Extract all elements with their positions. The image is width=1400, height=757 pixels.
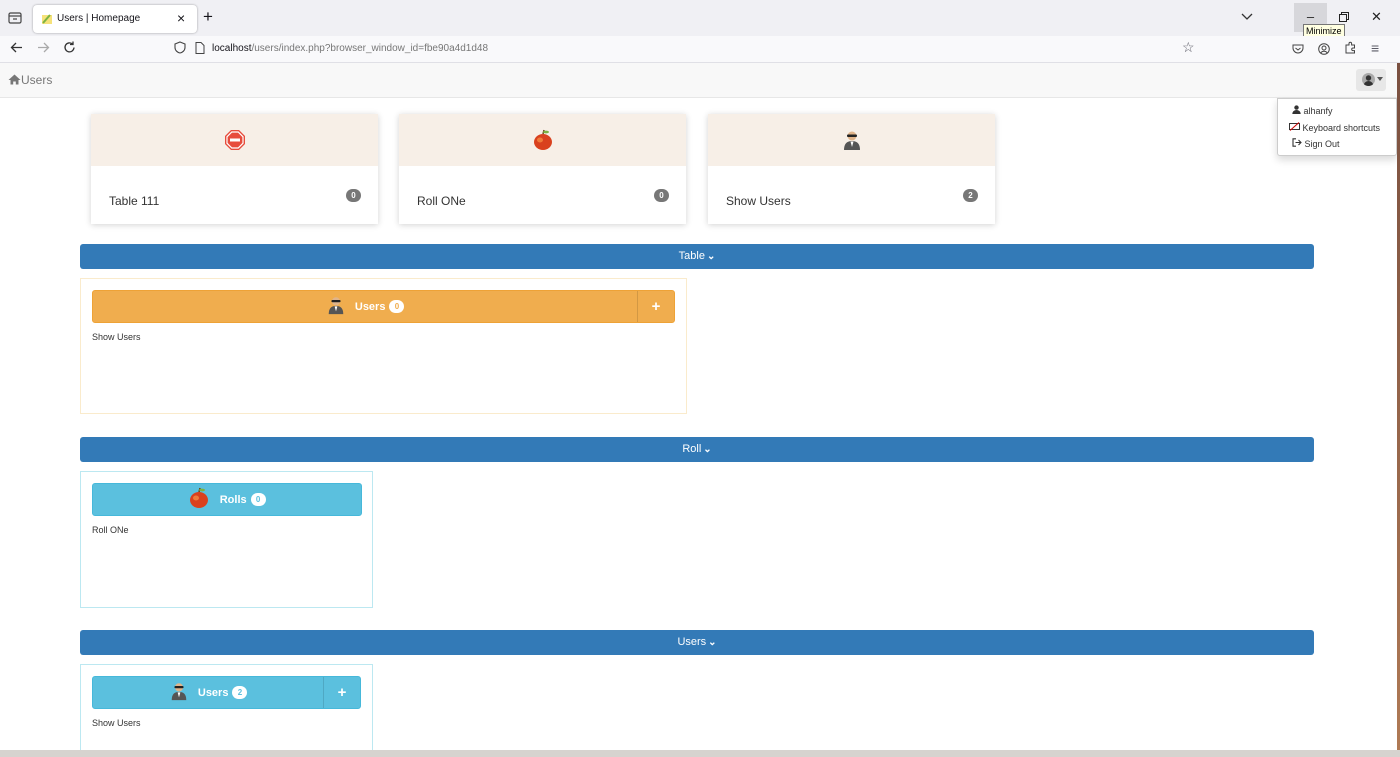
section-panel-table: Users 0 + Show Users <box>80 278 687 414</box>
summary-card-roll[interactable]: Roll ONe 0 <box>399 114 686 224</box>
section-header-table[interactable]: Table ⌄ <box>80 244 1314 269</box>
users-button[interactable]: Users 0 <box>93 291 637 322</box>
tab-close-icon[interactable]: × <box>177 10 185 26</box>
summary-card-table[interactable]: Table 111 0 <box>91 114 378 224</box>
card-count-badge: 0 <box>346 189 361 202</box>
browser-nav-bar: localhost/users/index.php?browser_window… <box>0 36 1400 63</box>
stop-sign-icon <box>225 130 245 150</box>
users-button-group: Users 2 + <box>92 676 361 709</box>
chevron-down-icon: ⌄ <box>703 444 712 455</box>
reload-icon[interactable] <box>63 41 76 57</box>
brand-link[interactable]: Users <box>8 73 52 87</box>
pocket-icon[interactable] <box>1292 42 1304 58</box>
page-favicon-icon <box>42 14 52 24</box>
extensions-icon[interactable] <box>1344 41 1357 57</box>
card-header <box>399 114 686 166</box>
rolls-button-group: Rolls 0 <box>92 483 362 516</box>
card-label: Table 111 <box>109 194 160 208</box>
section-panel-roll: Rolls 0 Roll ONe <box>80 471 373 608</box>
panel-link[interactable]: Roll ONe <box>92 525 129 535</box>
spy-user-icon <box>328 297 343 315</box>
keyboard-off-icon <box>1289 122 1300 131</box>
add-button[interactable]: + <box>637 291 674 322</box>
bookmark-star-icon[interactable]: ☆ <box>1182 39 1195 56</box>
count-badge: 0 <box>389 300 405 313</box>
taskbar-edge <box>0 750 1400 757</box>
caret-down-icon <box>1377 77 1383 81</box>
users-button[interactable]: Users 2 <box>93 677 323 708</box>
account-icon[interactable] <box>1318 42 1330 58</box>
chevron-down-icon: ⌄ <box>706 251 716 262</box>
chevron-down-icon[interactable] <box>1241 10 1253 24</box>
new-tab-icon[interactable]: + <box>203 7 213 27</box>
card-header <box>708 114 995 166</box>
brand-label: Users <box>21 73 53 87</box>
tab-list-icon[interactable] <box>6 9 24 27</box>
count-badge: 0 <box>250 493 266 506</box>
section-header-roll[interactable]: Roll ⌄ <box>80 437 1314 462</box>
card-count-badge: 0 <box>654 189 669 202</box>
apple-icon <box>534 129 552 150</box>
summary-card-users[interactable]: Show Users 2 <box>708 114 995 224</box>
shield-icon[interactable] <box>174 41 186 57</box>
add-button[interactable]: + <box>323 677 360 708</box>
url-text: localhost/users/index.php?browser_window… <box>212 43 489 54</box>
home-icon <box>8 74 21 85</box>
menu-icon[interactable]: ≡ <box>1371 40 1379 56</box>
spy-user-icon <box>844 131 860 150</box>
card-label: Roll ONe <box>417 194 466 208</box>
panel-link[interactable]: Show Users <box>92 718 141 728</box>
card-header <box>91 114 378 166</box>
user-icon <box>1292 105 1301 114</box>
apple-icon <box>190 487 209 508</box>
back-icon[interactable] <box>10 41 23 57</box>
menu-item-keyboard-shortcuts[interactable]: Keyboard shortcuts <box>1289 122 1380 133</box>
section-header-users[interactable]: Users ⌄ <box>80 630 1314 655</box>
panel-link[interactable]: Show Users <box>92 332 141 342</box>
tab-title: Users | Homepage <box>57 13 141 24</box>
avatar <box>1362 73 1375 86</box>
section-panel-users: Users 2 + Show Users <box>80 664 373 754</box>
rolls-button[interactable]: Rolls 0 <box>93 484 361 515</box>
sign-out-icon <box>1292 138 1302 147</box>
card-label: Show Users <box>726 194 791 208</box>
address-bar[interactable]: localhost/users/index.php?browser_window… <box>168 39 1200 60</box>
close-window-button[interactable]: ✕ <box>1360 3 1393 32</box>
spy-user-icon <box>171 683 186 701</box>
menu-item-username[interactable]: alhanfy <box>1292 105 1333 116</box>
browser-tab[interactable]: Users | Homepage × <box>33 5 197 33</box>
page-info-icon[interactable] <box>195 42 205 57</box>
browser-tab-bar: Users | Homepage × + – ✕ Minimize <box>0 0 1400 38</box>
chevron-down-icon: ⌄ <box>708 637 717 648</box>
user-menu-toggle[interactable] <box>1356 69 1386 91</box>
users-button-group: Users 0 + <box>92 290 675 323</box>
card-count-badge: 2 <box>963 189 978 202</box>
user-dropdown-menu: alhanfy Keyboard shortcuts Sign Out <box>1277 98 1397 156</box>
menu-item-sign-out[interactable]: Sign Out <box>1292 138 1340 149</box>
count-badge: 2 <box>232 686 248 699</box>
forward-icon[interactable] <box>37 41 50 57</box>
app-navbar: Users <box>0 63 1397 98</box>
